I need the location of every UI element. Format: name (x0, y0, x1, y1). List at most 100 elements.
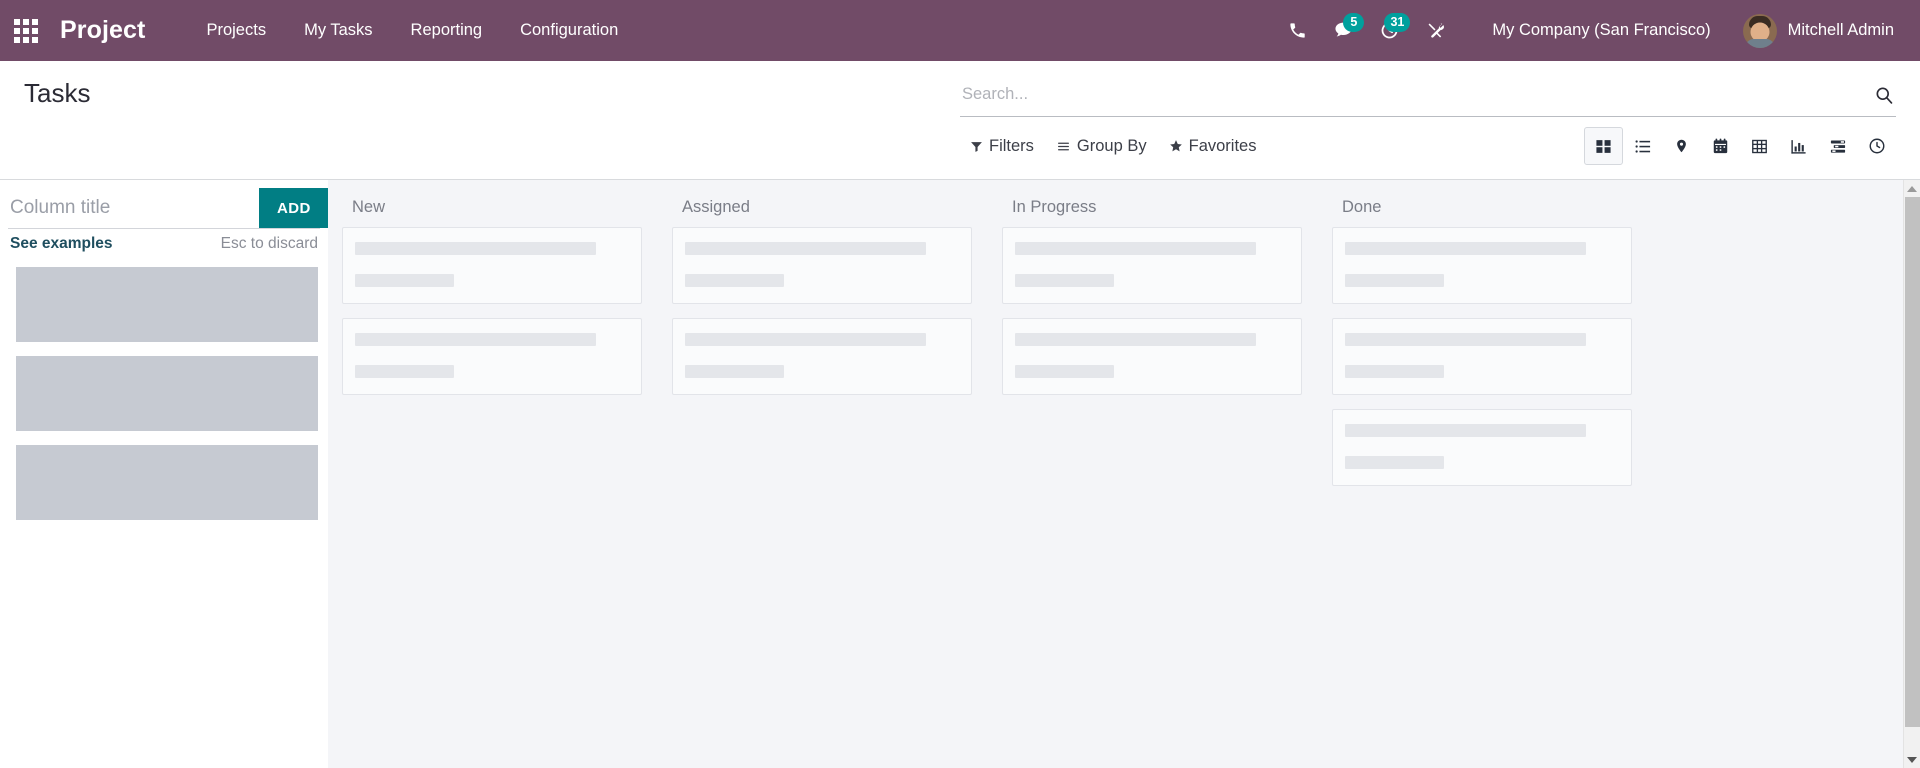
apps-grid-dot (23, 36, 29, 43)
apps-grid-dot (23, 18, 29, 25)
phone-icon[interactable] (1274, 11, 1320, 51)
see-examples-link[interactable]: See examples (10, 235, 113, 253)
group-by-label: Group By (1076, 136, 1147, 155)
messages-badge: 5 (1343, 12, 1365, 32)
menu-item-my-tasks[interactable]: My Tasks (285, 13, 391, 48)
apps-grid-dot (14, 36, 20, 43)
view-button-graph[interactable] (1779, 127, 1818, 165)
apps-grid-dot (14, 18, 20, 25)
kanban-column-done[interactable]: Done (1318, 194, 1648, 768)
card-subtitle-placeholder (1015, 365, 1114, 378)
column-title: Done (1342, 198, 1382, 216)
page-title: Tasks (24, 78, 91, 108)
view-switcher (1584, 127, 1896, 165)
user-menu[interactable]: Mitchell Admin (1727, 10, 1898, 52)
menu-item-configuration[interactable]: Configuration (501, 13, 637, 48)
column-title: In Progress (1012, 198, 1097, 216)
control-panel-left: Tasks (0, 61, 960, 179)
apps-grid-dot (14, 27, 20, 34)
card-subtitle-placeholder (1015, 274, 1114, 287)
view-button-calendar[interactable] (1701, 127, 1740, 165)
scroll-up-arrow-icon[interactable] (1903, 180, 1920, 197)
placeholder-block (16, 356, 318, 431)
card-subtitle-placeholder (355, 365, 454, 378)
kanban-card-placeholder[interactable] (672, 227, 972, 304)
card-title-placeholder (1345, 333, 1587, 346)
activities-clock-icon[interactable]: 31 (1366, 11, 1412, 51)
kanban-card-placeholder[interactable] (1332, 409, 1632, 486)
kanban-card-placeholder[interactable] (342, 318, 642, 395)
new-column-help-row: See examples Esc to discard (0, 229, 328, 253)
view-button-map[interactable] (1662, 127, 1701, 165)
search-bar (960, 75, 1896, 117)
navbar-right-section: 5 31 My Company (San Francisco) Mitchell… (1274, 10, 1898, 52)
view-button-pivot[interactable] (1740, 127, 1779, 165)
company-selector[interactable]: My Company (San Francisco) (1476, 13, 1726, 48)
card-title-placeholder (355, 333, 597, 346)
add-column-button[interactable]: ADD (259, 188, 329, 228)
esc-to-discard-hint: Esc to discard (220, 235, 318, 252)
kanban-card-placeholder[interactable] (1002, 318, 1302, 395)
card-subtitle-placeholder (1345, 365, 1444, 378)
scroll-down-arrow-icon[interactable] (1903, 751, 1920, 768)
placeholder-block (16, 445, 318, 520)
vertical-scrollbar[interactable] (1903, 180, 1920, 768)
placeholder-block (16, 267, 318, 342)
developer-tools-icon[interactable] (1412, 11, 1458, 51)
kanban-card-placeholder[interactable] (672, 318, 972, 395)
new-column-form: ADD (8, 188, 329, 229)
kanban-column-in-progress[interactable]: In Progress (988, 194, 1318, 768)
kanban-column-new[interactable]: New (328, 194, 658, 768)
scrollbar-track[interactable] (1904, 197, 1920, 751)
filter-row: Filters Group By Favorites (960, 117, 1896, 175)
funnel-icon (970, 140, 983, 153)
kanban-card-placeholder[interactable] (1002, 227, 1302, 304)
kanban-board: New Assigned In Progress Done (328, 180, 1920, 768)
new-column-panel: ADD See examples Esc to discard (0, 180, 329, 768)
card-subtitle-placeholder (685, 365, 784, 378)
card-subtitle-placeholder (685, 274, 784, 287)
user-name: Mitchell Admin (1787, 21, 1894, 39)
apps-grid-dot (23, 27, 29, 34)
favorites-label: Favorites (1188, 136, 1257, 155)
activities-badge: 31 (1384, 12, 1411, 32)
kanban-column-assigned[interactable]: Assigned (658, 194, 988, 768)
top-navbar: Project Projects My Tasks Reporting Conf… (0, 0, 1920, 61)
search-icon[interactable] (1866, 85, 1896, 105)
list-lines-icon (1056, 140, 1071, 153)
menu-item-projects[interactable]: Projects (187, 13, 285, 48)
app-brand-project[interactable]: Project (60, 16, 145, 45)
star-icon (1169, 139, 1183, 153)
avatar-shirt (1744, 38, 1775, 48)
view-button-kanban[interactable] (1584, 127, 1623, 165)
view-button-list[interactable] (1623, 127, 1662, 165)
apps-grid-dot (32, 36, 38, 43)
card-title-placeholder (1345, 242, 1587, 255)
group-by-button[interactable]: Group By (1048, 132, 1161, 161)
column-title-input[interactable] (8, 188, 259, 228)
search-input[interactable] (960, 85, 1866, 104)
kanban-card-placeholder[interactable] (1332, 318, 1632, 395)
kanban-card-placeholder[interactable] (342, 227, 642, 304)
kanban-card-placeholder[interactable] (1332, 227, 1632, 304)
card-title-placeholder (355, 242, 597, 255)
control-panel: Tasks Filters (0, 61, 1920, 180)
card-title-placeholder (1015, 333, 1257, 346)
card-subtitle-placeholder (355, 274, 454, 287)
card-subtitle-placeholder (1345, 456, 1444, 469)
column-title: New (352, 198, 386, 216)
apps-grid-icon[interactable] (14, 18, 38, 43)
messages-icon[interactable]: 5 (1320, 11, 1366, 51)
menu-item-reporting[interactable]: Reporting (392, 13, 502, 48)
view-button-gantt[interactable] (1818, 127, 1857, 165)
favorites-button[interactable]: Favorites (1161, 132, 1271, 161)
main-content: ADD See examples Esc to discard New Assi… (0, 180, 1920, 768)
card-subtitle-placeholder (1345, 274, 1444, 287)
view-button-activity[interactable] (1857, 127, 1896, 165)
filters-button[interactable]: Filters (962, 132, 1048, 161)
column-title: Assigned (682, 198, 750, 216)
avatar (1742, 13, 1777, 48)
scrollbar-thumb[interactable] (1904, 197, 1920, 727)
card-title-placeholder (685, 242, 927, 255)
card-title-placeholder (1345, 424, 1587, 437)
